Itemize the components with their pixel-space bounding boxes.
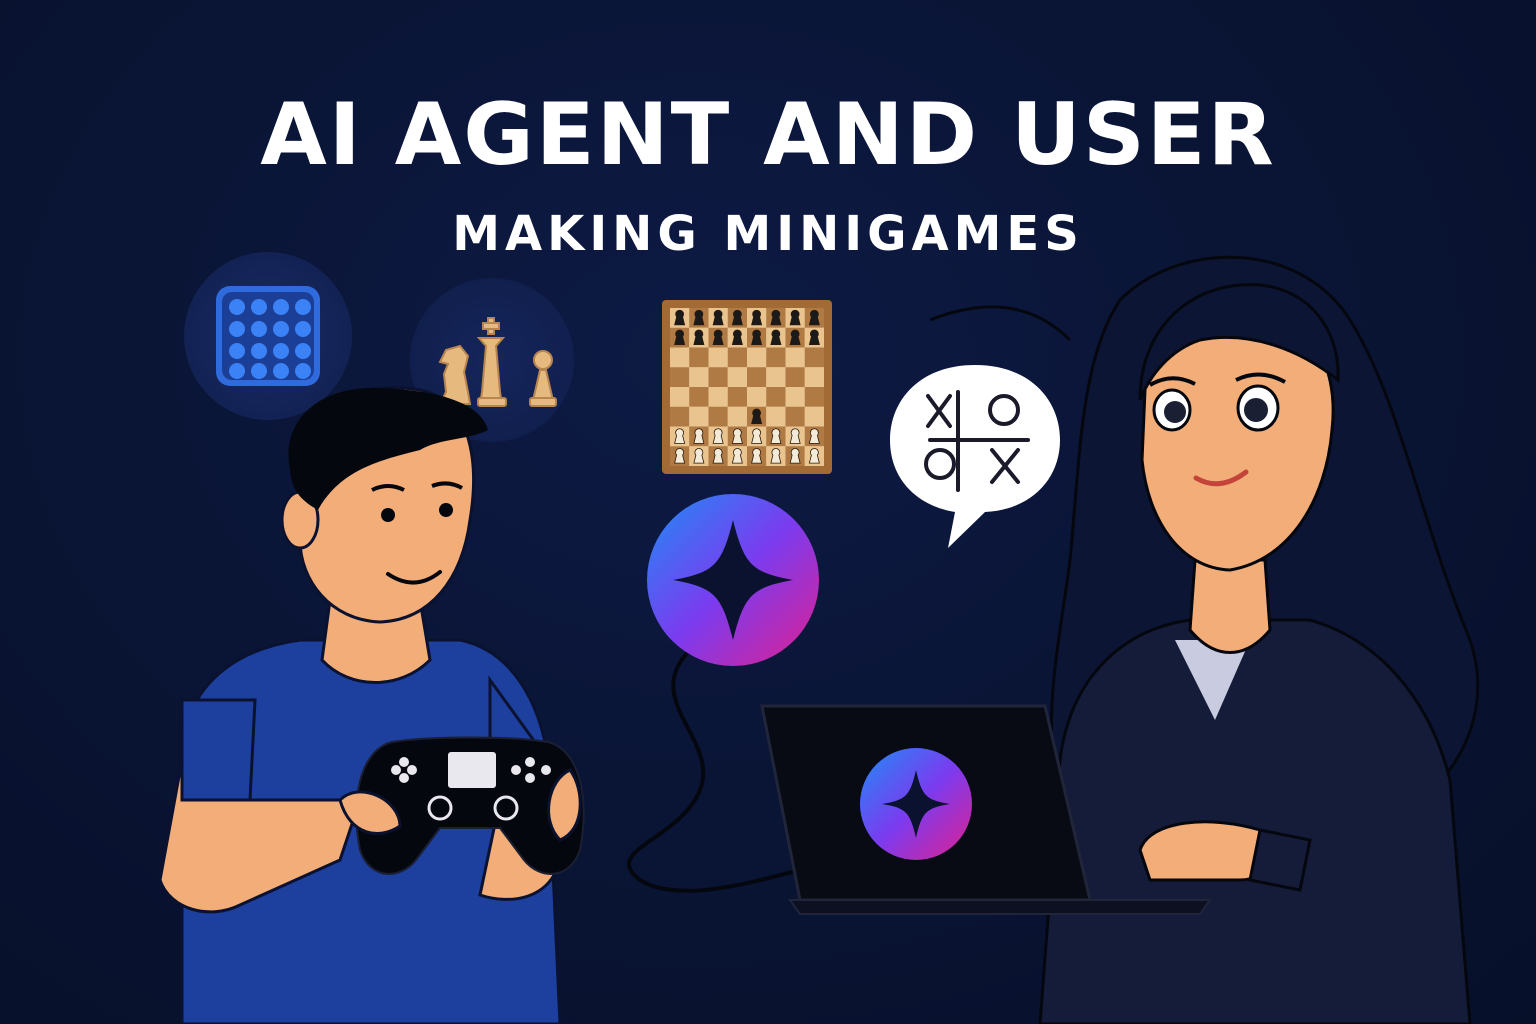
chess-piece: [731, 329, 743, 346]
chess-piece: [770, 428, 782, 444]
chess-piece: [808, 428, 820, 444]
chessboard-square: [708, 367, 728, 387]
chessboard-square: [766, 387, 786, 407]
chessboard-square: [804, 367, 824, 387]
chessboard-square: [785, 367, 805, 387]
chess-piece: [789, 309, 801, 326]
chess-piece: [751, 428, 763, 444]
chessboard-square: [785, 347, 805, 368]
chessboard-square: [670, 367, 690, 387]
chess-piece: [712, 329, 724, 346]
tic-tac-toe-speech-bubble-icon: [890, 365, 1060, 548]
chessboard-square: [785, 406, 805, 427]
chessboard-square: [708, 387, 728, 407]
chess-piece: [770, 448, 782, 464]
chessboard-square: [670, 406, 690, 427]
chessboard-square: [670, 387, 690, 407]
chessboard-square: [727, 406, 747, 427]
chessboard-square: [747, 387, 767, 407]
chessboard-square: [766, 347, 786, 368]
chessboard-square: [804, 347, 824, 368]
chessboard-square: [766, 406, 786, 427]
chess-piece: [693, 448, 705, 464]
ai-sparkle-laptop-logo-icon: [860, 748, 972, 860]
chess-piece: [693, 309, 705, 326]
chessboard-square: [727, 347, 747, 368]
chessboard-square: [727, 367, 747, 387]
chess-piece: [751, 309, 763, 326]
chess-piece: [808, 329, 820, 346]
chess-piece: [808, 448, 820, 464]
chess-piece: [731, 309, 743, 326]
chess-piece: [770, 309, 782, 326]
chessboard-square: [747, 367, 767, 387]
chess-piece: [674, 309, 686, 326]
chess-piece: [693, 428, 705, 444]
chess-piece: [731, 428, 743, 444]
chessboard-square: [766, 367, 786, 387]
chess-piece: [674, 428, 686, 444]
man-character: [158, 386, 562, 1024]
chessboard-icon: [662, 300, 832, 474]
chess-piece: [674, 329, 686, 346]
chess-piece: [712, 428, 724, 444]
chess-piece: [751, 329, 763, 346]
chessboard-square: [689, 347, 709, 368]
chessboard-square: [708, 406, 728, 427]
chess-piece: [789, 448, 801, 464]
ai-sparkle-logo-icon: [647, 494, 819, 666]
scene-artwork: [158, 252, 1480, 1024]
chessboard-square: [747, 347, 767, 368]
chess-piece: [731, 448, 743, 464]
chess-piece: [789, 428, 801, 444]
dot-grid-game-icon: [184, 252, 352, 420]
chess-piece: [693, 329, 705, 346]
chess-piece: [808, 309, 820, 326]
chess-piece: [712, 448, 724, 464]
chessboard-square: [804, 387, 824, 407]
chessboard-square: [804, 406, 824, 427]
chess-piece: [770, 329, 782, 346]
chess-piece: [674, 448, 686, 464]
chessboard-square: [785, 387, 805, 407]
chessboard-square: [670, 347, 690, 368]
chessboard-square: [727, 387, 747, 407]
chessboard-square: [689, 406, 709, 427]
chessboard-square: [689, 387, 709, 407]
chessboard-square: [689, 367, 709, 387]
illustration: AI AGENT AND USER MAKING MINIGAMES: [0, 0, 1536, 1024]
chess-piece: [789, 329, 801, 346]
chessboard-square: [708, 347, 728, 368]
headset-wire: [929, 305, 1072, 342]
chess-piece: [712, 309, 724, 326]
chess-piece: [751, 448, 763, 464]
chess-piece: [751, 408, 763, 425]
